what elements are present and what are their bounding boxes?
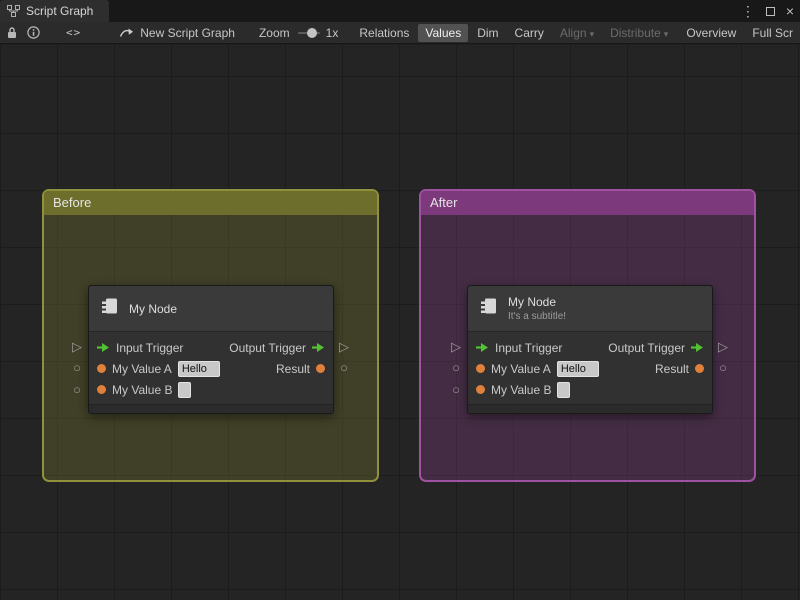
script-graph-icon (119, 27, 134, 38)
value-a-input[interactable] (177, 360, 220, 377)
ext-value-a-port[interactable]: ○ (70, 361, 84, 374)
group-after-title[interactable]: After (421, 191, 754, 215)
port-row-value-b: My Value B (89, 379, 333, 400)
zoom-slider-knob[interactable] (306, 27, 317, 38)
ext-input-trigger-port[interactable]: ▷ (70, 340, 84, 353)
window-menu-icon[interactable]: ⋮ (741, 3, 755, 20)
flow-input-icon[interactable] (97, 343, 110, 352)
result-label: Result (654, 361, 689, 376)
node-icon (479, 296, 499, 321)
lock-icon[interactable] (6, 26, 18, 39)
port-row-value-b: My Value B (468, 379, 712, 400)
ext-value-a-port[interactable]: ○ (449, 361, 463, 374)
group-before-title[interactable]: Before (44, 191, 377, 215)
value-a-label: My Value A (491, 361, 551, 376)
port-row-value-a: My Value A Result (89, 358, 333, 379)
ext-output-trigger-port[interactable]: ▷ (716, 340, 730, 353)
flow-input-icon[interactable] (476, 343, 489, 352)
node-title: My Node (129, 301, 178, 316)
zoom-slider[interactable] (297, 27, 320, 39)
chevron-down-icon: ▾ (589, 28, 595, 39)
flow-output-icon[interactable] (312, 343, 325, 352)
close-icon[interactable]: × (786, 3, 794, 19)
output-trigger-label: Output Trigger (229, 340, 306, 355)
ext-value-b-port[interactable]: ○ (70, 383, 84, 396)
code-view-icon[interactable]: <> (66, 26, 81, 39)
value-a-label: My Value A (112, 361, 172, 376)
zoom-value: 1x (325, 25, 339, 40)
node-subtitle: It's a subtitle! (508, 311, 567, 322)
tab-title: Script Graph (26, 4, 94, 18)
script-graph-tab-icon (7, 5, 20, 17)
align-dropdown[interactable]: Align ▾ (553, 24, 601, 42)
value-b-input[interactable] (178, 381, 192, 398)
graph-canvas[interactable]: Before After My Node Input Trigger Outpu… (0, 45, 800, 600)
values-button[interactable]: Values (418, 23, 469, 42)
maximize-icon[interactable] (765, 6, 775, 16)
distribute-label: Distribute (610, 25, 661, 40)
overview-button[interactable]: Overview (679, 24, 743, 42)
node-header[interactable]: My Node It's a subtitle! (468, 286, 712, 332)
node-footer (89, 404, 333, 413)
result-port-icon[interactable] (316, 364, 325, 373)
ext-result-port[interactable]: ○ (716, 361, 730, 374)
node-body: Input Trigger Output Trigger My Value A … (89, 332, 333, 404)
node-body: Input Trigger Output Trigger My Value A … (468, 332, 712, 404)
value-port-icon[interactable] (97, 364, 106, 373)
ext-result-port[interactable]: ○ (337, 361, 351, 374)
graph-name-label[interactable]: New Script Graph (140, 26, 235, 40)
value-b-input[interactable] (557, 381, 571, 398)
carry-button[interactable]: Carry (508, 24, 551, 42)
output-trigger-label: Output Trigger (608, 340, 685, 355)
flow-output-icon[interactable] (691, 343, 704, 352)
ext-output-trigger-port[interactable]: ▷ (337, 340, 351, 353)
value-a-input[interactable] (556, 360, 599, 377)
node-header[interactable]: My Node (89, 286, 333, 332)
graph-toolbar: <> New Script Graph Zoom 1x Relations Va… (0, 22, 800, 44)
tab-script-graph[interactable]: Script Graph (0, 0, 110, 22)
relations-button[interactable]: Relations (352, 24, 416, 42)
info-icon[interactable] (27, 26, 40, 39)
node-after[interactable]: My Node It's a subtitle! Input Trigger O… (467, 285, 713, 414)
align-label: Align (559, 25, 587, 40)
input-trigger-label: Input Trigger (116, 340, 184, 355)
zoom-label: Zoom (258, 25, 290, 40)
value-port-icon[interactable] (97, 385, 106, 394)
tab-bar: Script Graph ⋮ × (0, 0, 800, 22)
value-port-icon[interactable] (476, 364, 485, 373)
port-row-triggers: Input Trigger Output Trigger (468, 337, 712, 358)
node-icon (100, 296, 120, 321)
node-before[interactable]: My Node Input Trigger Output Trigger My … (88, 285, 334, 414)
input-trigger-label: Input Trigger (495, 340, 563, 355)
value-b-label: My Value B (491, 382, 552, 397)
distribute-dropdown[interactable]: Distribute ▾ (603, 24, 675, 42)
value-b-label: My Value B (112, 382, 173, 397)
value-port-icon[interactable] (476, 385, 485, 394)
result-label: Result (275, 361, 310, 376)
node-footer (468, 404, 712, 413)
ext-value-b-port[interactable]: ○ (449, 383, 463, 396)
dim-button[interactable]: Dim (470, 24, 505, 42)
window-controls: ⋮ × (741, 0, 794, 22)
port-row-triggers: Input Trigger Output Trigger (89, 337, 333, 358)
node-title: My Node (508, 295, 557, 309)
result-port-icon[interactable] (695, 364, 704, 373)
ext-input-trigger-port[interactable]: ▷ (449, 340, 463, 353)
full-screen-button[interactable]: Full Scr (745, 24, 800, 42)
chevron-down-icon: ▾ (663, 28, 669, 39)
port-row-value-a: My Value A Result (468, 358, 712, 379)
